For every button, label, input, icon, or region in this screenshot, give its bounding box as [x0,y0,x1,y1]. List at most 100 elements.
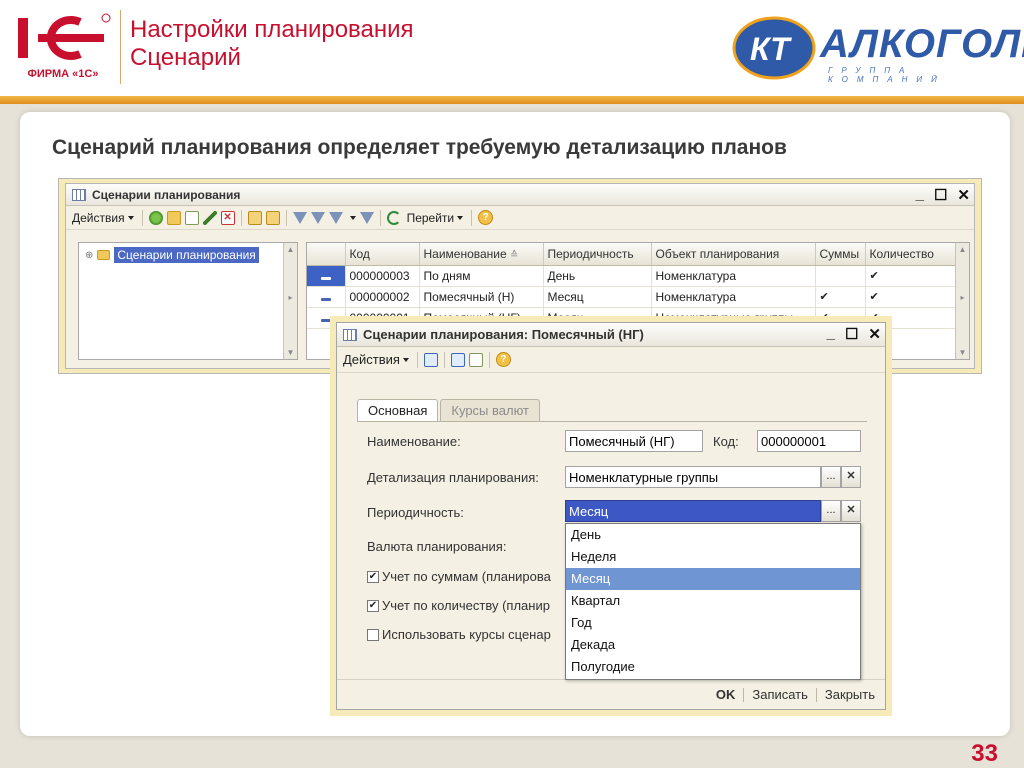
folder-icon [97,250,111,260]
brand-globe-icon: КТ [732,16,816,80]
name-field[interactable]: Помесячный (НГ) [565,430,703,452]
column-header-period[interactable]: Периодичность [543,243,652,266]
period-option-quarter[interactable]: Квартал [566,590,860,612]
goto-menu-label: Перейти [406,210,455,225]
scroll-thumb-icon[interactable]: ▸ [956,293,969,302]
column-header-object[interactable]: Объект планирования [651,243,816,266]
expand-icon[interactable]: ⊕ [85,250,93,261]
rates-checkbox-label: Использовать курсы сценар [382,627,551,642]
toolbar-separator [416,351,418,368]
rates-checkbox[interactable] [367,628,379,641]
toolbar-separator [488,351,490,368]
save-button[interactable]: Записать [752,687,808,702]
list-window-icon [72,188,86,201]
code-field[interactable]: 000000001 [757,430,861,452]
detail-select-button[interactable]: ... [821,466,841,488]
copy-icon[interactable] [184,210,199,225]
close-button[interactable]: ✕ [957,186,970,204]
tree-panel[interactable]: ⊕ Сценарии планирования ▲ ▸ ▼ [78,242,298,360]
footer-separator [815,687,817,702]
code-label: Код: [713,434,739,449]
slide-subtitle: Сценарий планирования определяет требуем… [52,136,787,159]
column-header-sums[interactable]: Суммы [815,243,866,266]
cell-period: Месяц [543,286,652,308]
sort-asc-icon: ≙ [510,249,519,261]
period-option-halfyear[interactable]: Полугодие [566,656,860,678]
maximize-button[interactable]: ☐ [934,186,947,204]
tab-currency-rates[interactable]: Курсы валют [440,399,540,421]
table-row[interactable]: 000000002 Помесячный (Н) Месяц Номенклат… [307,286,958,308]
row-marker [307,286,346,308]
close-button[interactable]: ✕ [868,325,881,343]
cell-name: По дням [419,265,544,287]
period-option-day[interactable]: День [566,524,860,546]
dialog-window-controls: _ ☐ ✕ [827,325,881,343]
dialog-actions-menu[interactable]: Действия [341,351,411,369]
scroll-up-icon[interactable]: ▲ [956,245,969,254]
tree-root-item[interactable]: ⊕ Сценарии планирования [85,247,259,263]
reread-icon[interactable] [468,352,483,367]
scroll-thumb-icon[interactable]: ▸ [284,293,297,302]
chevron-down-icon[interactable] [349,215,356,220]
filter-off-icon[interactable] [359,211,374,224]
column-header-name[interactable]: Наименование ≙ [419,243,544,266]
detail-clear-button[interactable]: ✕ [841,466,861,488]
period-option-month[interactable]: Месяц [566,568,860,590]
period-option-year[interactable]: Год [566,612,860,634]
qty-checkbox-row[interactable]: ✔ Учет по количеству (планир [367,598,550,613]
detail-field[interactable]: Номенклатурные группы [565,466,821,488]
toolbar-separator [471,209,473,226]
edit-icon[interactable] [202,210,217,225]
column-header-name-label: Наименование [423,246,507,261]
scroll-down-icon[interactable]: ▼ [284,348,297,357]
hierarchy-icon[interactable] [247,210,262,225]
logo-1c-mark-icon [14,12,112,64]
period-select-button[interactable]: ... [821,500,841,522]
qty-checkbox[interactable]: ✔ [367,599,379,612]
delete-icon[interactable]: ✕ [220,210,235,225]
row-marker [307,265,346,287]
period-label: Периодичность: [367,505,464,520]
currency-label: Валюта планирования: [367,539,507,554]
period-field[interactable]: Месяц [565,500,821,522]
period-option-decade[interactable]: Декада [566,634,860,656]
save-icon[interactable] [450,352,465,367]
goto-menu[interactable]: Перейти [405,209,466,227]
minimize-button[interactable]: _ [916,186,924,204]
dialog-tabs: Основная Курсы валют [357,399,540,421]
column-header-qty[interactable]: Количество [865,243,958,266]
filter-settings-icon[interactable] [328,211,343,224]
column-header-code[interactable]: Код [345,243,420,266]
cell-code: 000000002 [345,286,420,308]
refresh-icon[interactable] [386,210,401,225]
column-header-icon[interactable] [307,243,346,266]
sums-checkbox-label: Учет по суммам (планирова [382,569,551,584]
scroll-up-icon[interactable]: ▲ [284,245,297,254]
help-icon[interactable]: ? [495,352,511,367]
filter-value-icon[interactable] [310,211,325,224]
save-close-icon[interactable] [423,352,438,367]
period-clear-button[interactable]: ✕ [841,500,861,522]
tree-root-label: Сценарии планирования [114,247,259,263]
add-icon[interactable] [148,210,163,225]
table-scrollbar[interactable]: ▲ ▸ ▼ [955,243,969,359]
add-folder-icon[interactable] [166,210,181,225]
actions-menu[interactable]: Действия [70,209,136,227]
sums-checkbox[interactable]: ✔ [367,570,379,583]
rates-checkbox-row[interactable]: Использовать курсы сценар [367,627,551,642]
help-icon[interactable]: ? [478,210,494,225]
tree-scrollbar[interactable]: ▲ ▸ ▼ [283,243,297,359]
hierarchy-list-icon[interactable] [265,210,280,225]
minimize-button[interactable]: _ [827,325,835,343]
filter-icon[interactable] [292,211,307,224]
cell-sums [815,265,866,287]
scroll-down-icon[interactable]: ▼ [956,348,969,357]
sums-checkbox-row[interactable]: ✔ Учет по суммам (планирова [367,569,551,584]
ok-button[interactable]: OK [716,687,736,702]
period-option-week[interactable]: Неделя [566,546,860,568]
close-dialog-button[interactable]: Закрыть [825,687,875,702]
tab-main[interactable]: Основная [357,399,439,421]
dialog-actions-label: Действия [343,352,400,367]
maximize-button[interactable]: ☐ [845,325,858,343]
table-row[interactable]: 000000003 По дням День Номенклатура ✔ [307,265,958,287]
